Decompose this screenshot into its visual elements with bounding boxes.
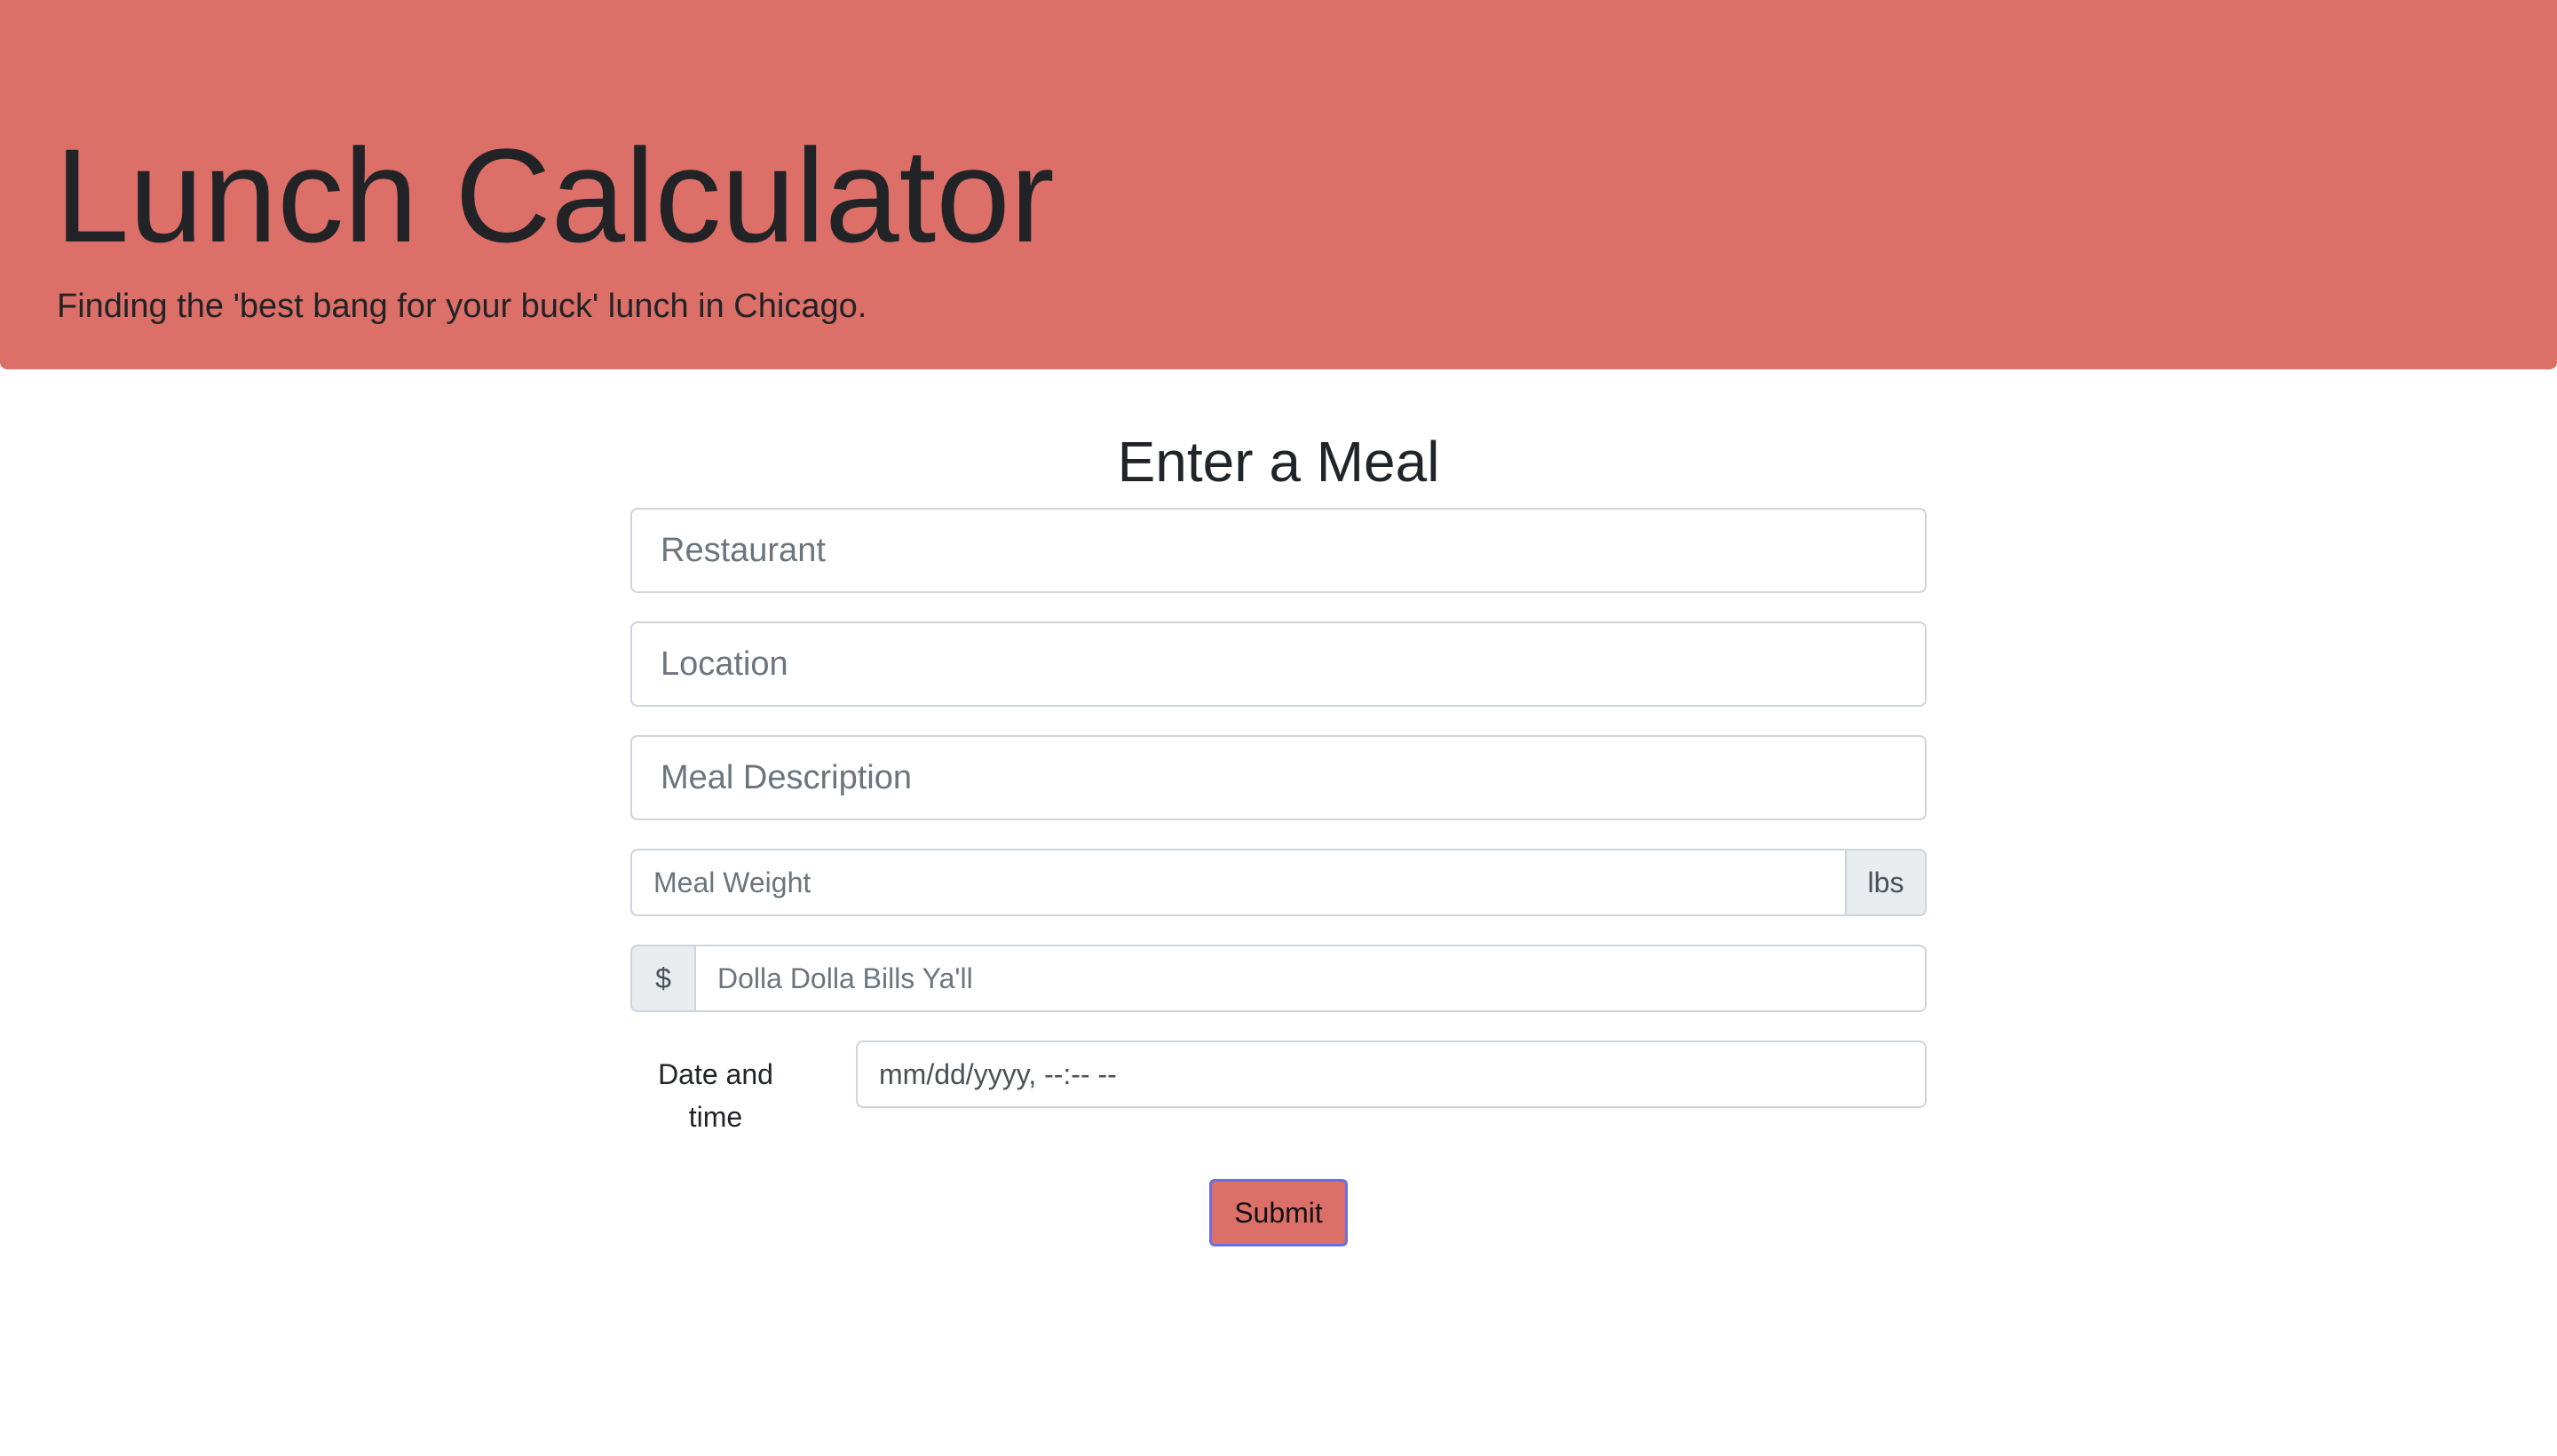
- form-heading: Enter a Meal: [1117, 430, 1440, 494]
- price-input[interactable]: [694, 945, 1927, 1012]
- price-prefix-addon: $: [630, 945, 694, 1012]
- price-group: $: [630, 945, 1927, 1012]
- date-time-label: Date and time: [658, 1058, 773, 1133]
- submit-button[interactable]: Submit: [1209, 1179, 1348, 1246]
- page-subtitle: Finding the 'best bang for your buck' lu…: [57, 288, 867, 325]
- meal-weight-group: lbs: [630, 849, 1927, 916]
- restaurant-input[interactable]: [630, 508, 1927, 593]
- location-input[interactable]: [630, 621, 1927, 707]
- date-time-input[interactable]: mm/dd/yyyy, --:-- --: [856, 1041, 1927, 1108]
- date-time-placeholder: mm/dd/yyyy, --:-- --: [879, 1057, 1117, 1090]
- weight-unit-addon: lbs: [1845, 849, 1927, 916]
- meal-description-input[interactable]: [630, 735, 1927, 820]
- page-title: Lunch Calculator: [55, 121, 1055, 270]
- meal-weight-input[interactable]: [630, 849, 1845, 916]
- jumbotron-header: Lunch Calculator Finding the 'best bang …: [0, 0, 2557, 369]
